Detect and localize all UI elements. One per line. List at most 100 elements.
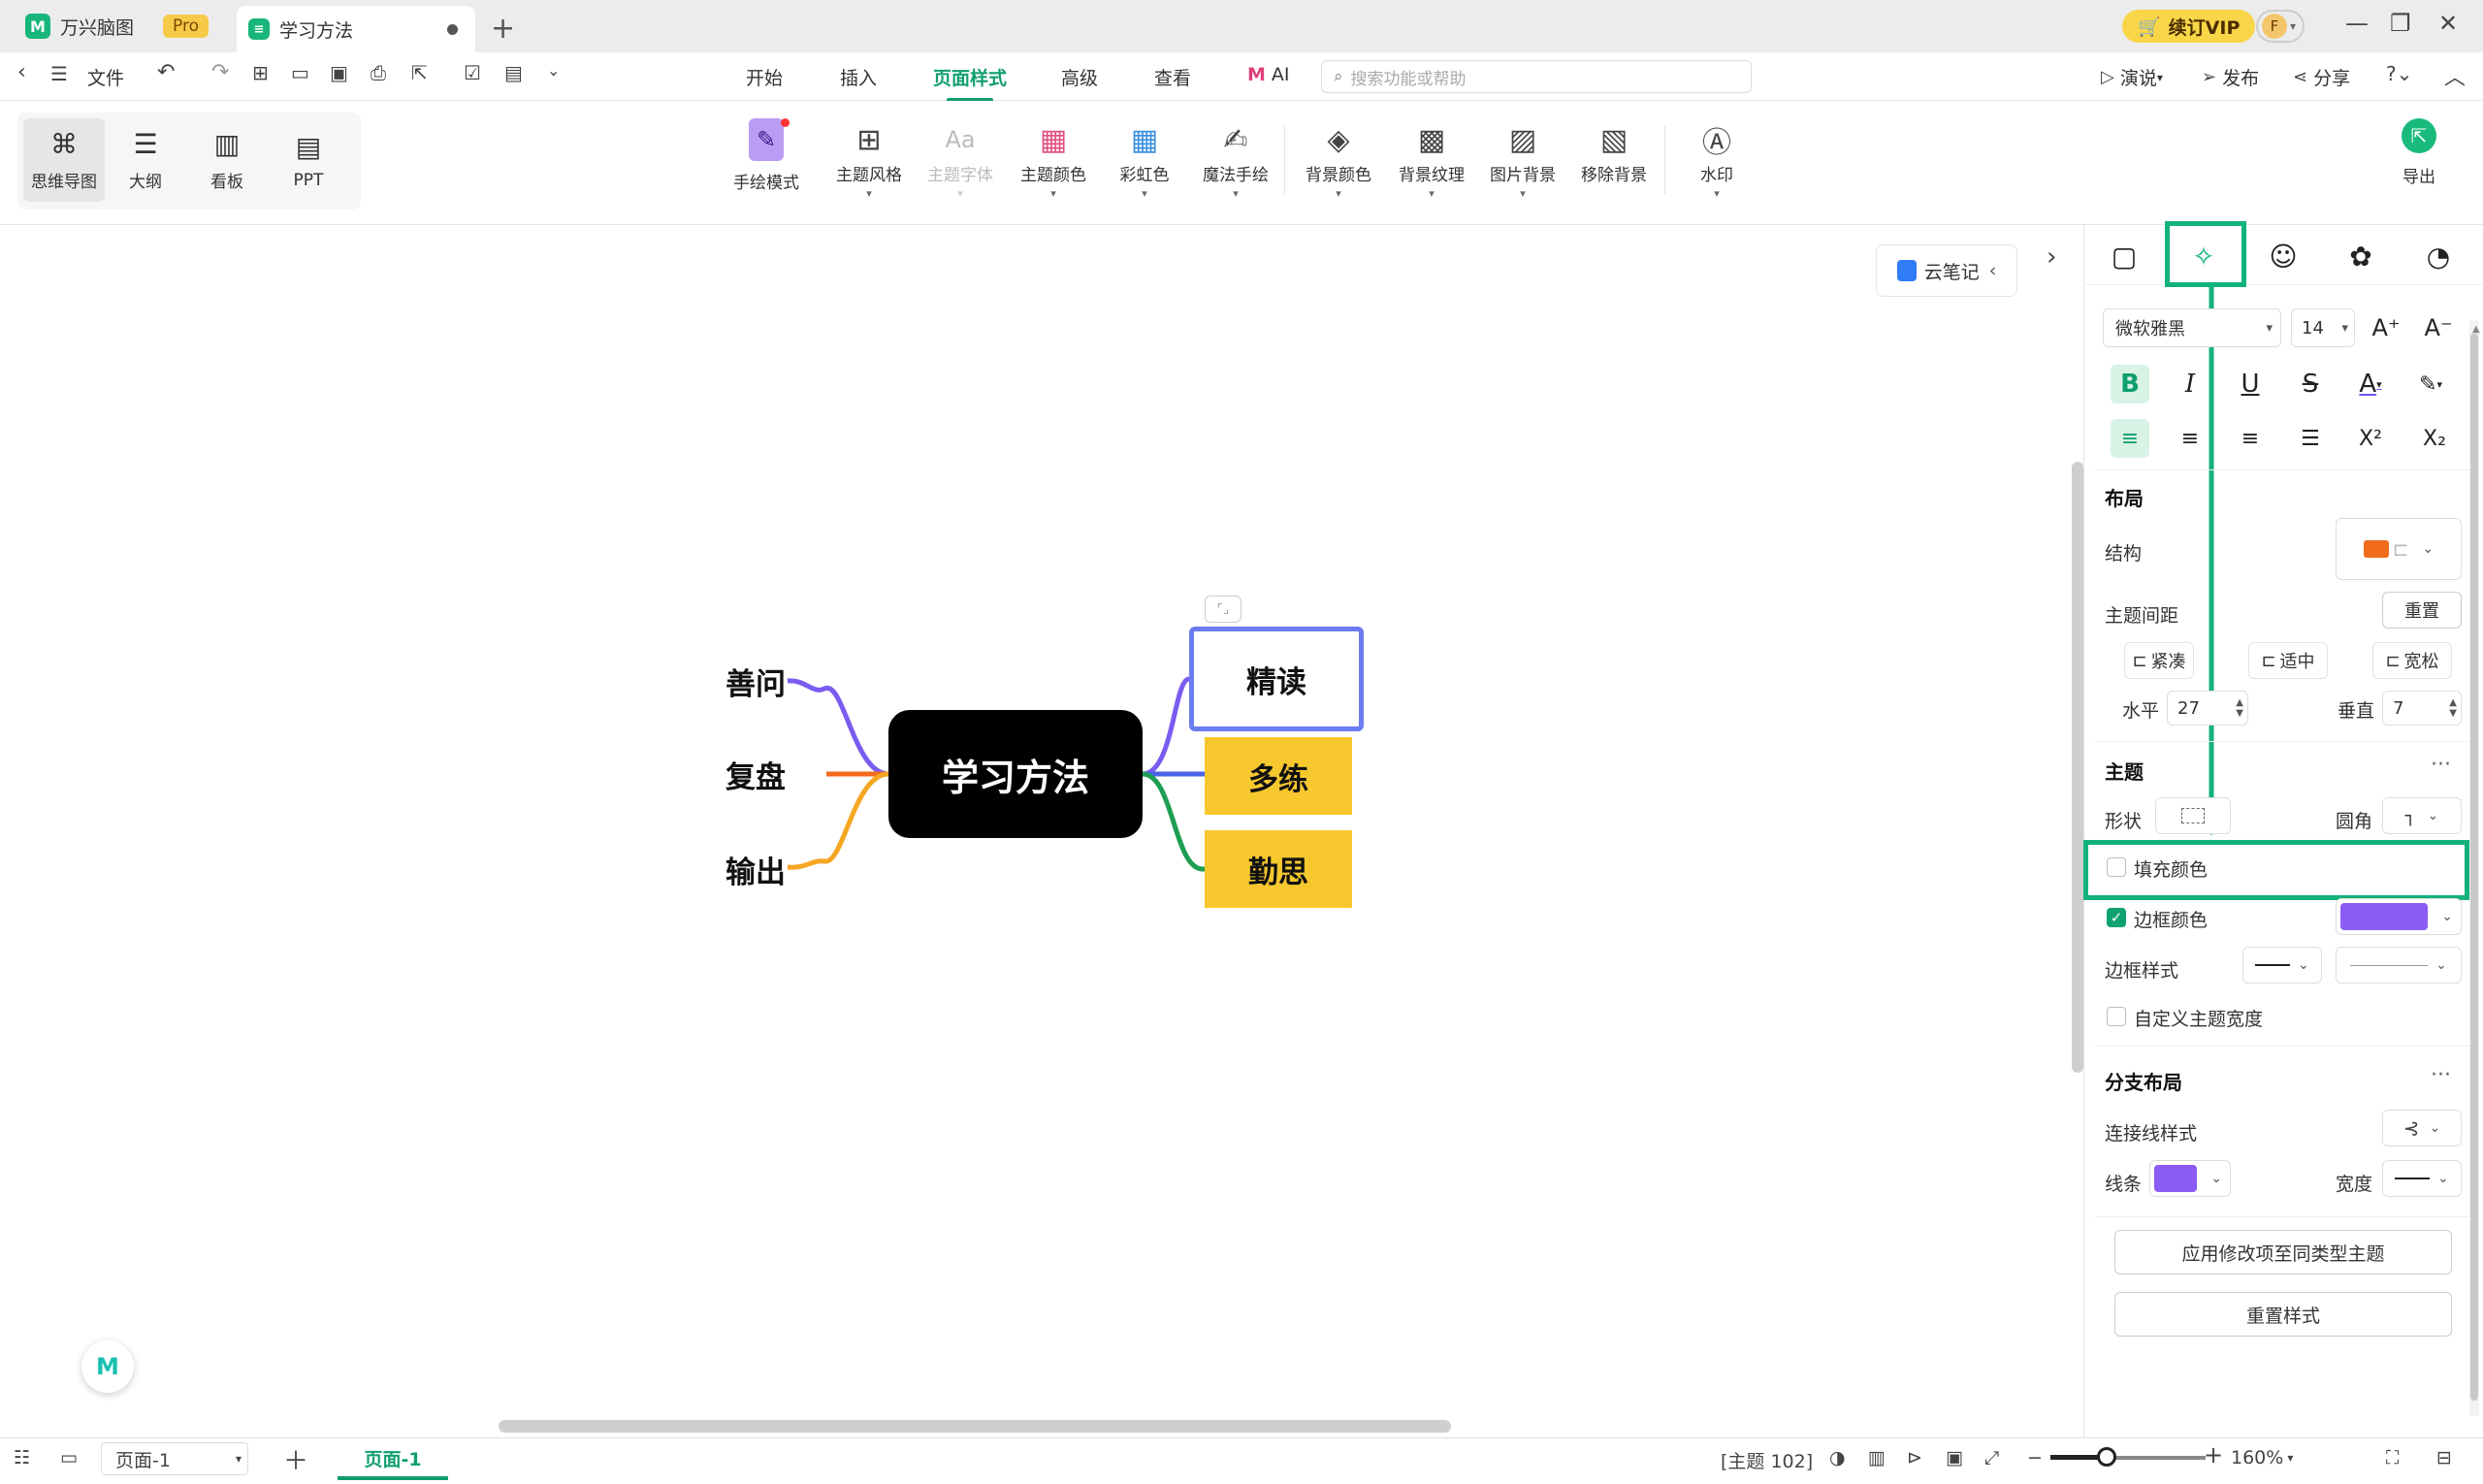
spacing-medium-button[interactable]: ⊏ 适中 xyxy=(2248,642,2328,679)
shape-select[interactable] xyxy=(2155,797,2231,834)
avatar[interactable]: F ▾ xyxy=(2256,10,2305,43)
play-icon[interactable]: ⊳ xyxy=(1907,1447,1922,1468)
strikethrough-icon[interactable]: S xyxy=(2291,365,2330,403)
topic-more-icon[interactable]: ··· xyxy=(2431,753,2451,777)
connector-curve-icon: ⊰ xyxy=(2402,1116,2420,1140)
export-button[interactable]: ⇱ 导出 xyxy=(2402,118,2436,187)
page-select-value: 页面-1 xyxy=(115,1449,171,1471)
fullscreen-expand-icon[interactable]: ⤢ xyxy=(1984,1447,1999,1468)
panel-divider xyxy=(2095,741,2471,742)
border-weight-select[interactable]: ⌄ xyxy=(2242,947,2322,984)
horizontal-spacing-input[interactable]: 27 ▲ ▼ xyxy=(2167,691,2248,726)
font-family-select[interactable]: 微软雅黑 ▾ xyxy=(2103,308,2281,347)
present-button[interactable]: ▷ 演说 ▾ xyxy=(2101,64,2163,90)
page-select[interactable]: 页面-1 ▾ xyxy=(101,1442,248,1475)
renew-vip-button[interactable]: 🛒 续订VIP xyxy=(2122,10,2256,43)
sticker-tab-icon[interactable]: ✿ xyxy=(2341,237,2380,275)
highlight-pen-icon[interactable]: ✎ ▾ xyxy=(2411,365,2450,403)
border-color-checkbox[interactable]: ✓ xyxy=(2107,908,2126,927)
close-icon[interactable]: ✕ xyxy=(2438,10,2458,37)
panel-scrollbar[interactable] xyxy=(2470,334,2478,1401)
justify-icon[interactable]: ☰ xyxy=(2291,419,2330,458)
line-width-select[interactable]: ⌄ xyxy=(2382,1160,2462,1197)
align-left-icon[interactable]: ≡ xyxy=(2111,419,2149,458)
bold-icon[interactable]: B xyxy=(2111,365,2149,403)
horizontal-label: 水平 xyxy=(2122,700,2160,722)
split-view-icon[interactable]: ⊟ xyxy=(2436,1447,2452,1468)
topic-qinsi[interactable]: 勤思 xyxy=(1205,830,1352,908)
topic-shanwen[interactable]: 善问 xyxy=(714,658,797,704)
panel-divider xyxy=(2095,1046,2471,1047)
increase-font-icon[interactable]: A⁺ xyxy=(2367,308,2405,347)
text-color-icon[interactable]: A ▾ xyxy=(2351,365,2390,403)
superscript-icon[interactable]: X² xyxy=(2351,419,2390,458)
outline-toggle-icon[interactable]: ☷ xyxy=(14,1447,30,1468)
renew-vip-label: 续订VIP xyxy=(2168,16,2241,39)
share-label: 分享 xyxy=(2313,68,2351,89)
zoom-select[interactable]: 160% ▾ xyxy=(2231,1447,2293,1468)
vertical-spacing-input[interactable]: 7 ▲ ▼ xyxy=(2382,691,2462,726)
decrease-font-icon[interactable]: A⁻ xyxy=(2419,308,2458,347)
subscript-icon[interactable]: X₂ xyxy=(2415,419,2454,458)
ai-assistant-icon[interactable]: M xyxy=(81,1340,134,1393)
collapse-ribbon-icon[interactable]: ︿ xyxy=(2444,60,2466,91)
border-dash-select[interactable]: ⌄ xyxy=(2336,947,2462,984)
align-center-icon[interactable]: ≡ xyxy=(2171,419,2209,458)
zoom-out-button[interactable]: − xyxy=(2027,1447,2043,1468)
topic-fupan[interactable]: 复盘 xyxy=(714,751,797,797)
restore-icon[interactable]: ❐ xyxy=(2390,10,2411,37)
line-color-swatch xyxy=(2154,1165,2197,1192)
spacing-loose-button[interactable]: ⊏ 宽松 xyxy=(2372,642,2452,679)
spacing-loose-label: 宽松 xyxy=(2403,652,2439,672)
theme-icon[interactable]: ◑ xyxy=(1829,1447,1846,1468)
resize-handle-icon[interactable]: ⌜⌟ xyxy=(1205,596,1242,623)
minimize-icon[interactable]: — xyxy=(2345,10,2369,37)
export-icon: ⇱ xyxy=(2402,118,2436,153)
italic-icon[interactable]: I xyxy=(2171,365,2209,403)
book-icon[interactable]: ▥ xyxy=(1868,1447,1886,1468)
border-color-select[interactable]: ⌄ xyxy=(2336,898,2462,935)
corner-select[interactable]: ┐ ⌄ xyxy=(2382,797,2462,834)
chevron-down-icon: ⌄ xyxy=(2435,957,2447,973)
underline-icon[interactable]: U xyxy=(2231,365,2270,403)
history-tab-icon[interactable]: ◔ xyxy=(2419,237,2458,275)
page-tab[interactable]: 页面-1 xyxy=(338,1439,448,1480)
chevron-down-icon: ⌄ xyxy=(2427,808,2439,823)
structure-select[interactable]: ⊏ ⌄ xyxy=(2336,518,2462,580)
fit-screen-icon[interactable]: ▣ xyxy=(1946,1447,1963,1468)
vertical-scrollbar[interactable] xyxy=(2072,462,2083,1073)
apply-to-same-type-button[interactable]: 应用修改项至同类型主题 xyxy=(2114,1230,2452,1274)
topic-jingdu-selected[interactable]: 精读 xyxy=(1189,627,1364,731)
topic-duolian[interactable]: 多练 xyxy=(1205,737,1352,815)
page-list-icon[interactable]: ▭ xyxy=(60,1447,78,1468)
spacing-medium-label: 适中 xyxy=(2279,652,2315,672)
line-color-select[interactable]: ⌄ xyxy=(2149,1160,2231,1197)
central-topic[interactable]: 学习方法 xyxy=(888,710,1143,838)
share-button[interactable]: ⋖ 分享 xyxy=(2293,64,2350,90)
connector-style-select[interactable]: ⊰ ⌄ xyxy=(2382,1110,2462,1146)
align-right-icon[interactable]: ≡ xyxy=(2231,419,2270,458)
panel-divider xyxy=(2095,1216,2471,1217)
emoji-tab-icon[interactable]: ☺ xyxy=(2264,237,2303,275)
page-format-tab-icon[interactable]: ▢ xyxy=(2105,237,2144,275)
chevron-down-icon: ⌄ xyxy=(2437,1171,2449,1186)
structure-branches-icon: ⊏ xyxy=(2392,537,2409,561)
custom-width-checkbox[interactable] xyxy=(2107,1007,2126,1026)
add-page-button[interactable]: ＋ xyxy=(283,1441,308,1477)
horizontal-spacing-value: 27 xyxy=(2177,697,2200,719)
custom-width-label: 自定义主题宽度 xyxy=(2134,1009,2264,1030)
horizontal-scrollbar[interactable] xyxy=(499,1420,1451,1433)
zoom-slider-knob[interactable] xyxy=(2096,1447,2116,1467)
help-icon[interactable]: ?⌄ xyxy=(2386,62,2412,85)
publish-button[interactable]: ➢ 发布 xyxy=(2202,64,2259,90)
spacing-reset-button[interactable]: 重置 xyxy=(2382,592,2462,629)
spacing-compact-button[interactable]: ⊏ 紧凑 xyxy=(2124,642,2194,679)
reset-style-button[interactable]: 重置样式 xyxy=(2114,1292,2452,1337)
fullscreen-icon[interactable]: ⛶ xyxy=(2386,1447,2399,1468)
branch-more-icon[interactable]: ··· xyxy=(2431,1063,2451,1087)
zoom-in-button[interactable]: + xyxy=(2204,1441,2223,1468)
chevron-down-icon: ▾ xyxy=(2290,19,2297,33)
topic-shuchu[interactable]: 输出 xyxy=(714,846,797,892)
font-size-select[interactable]: 14 ▾ xyxy=(2291,308,2355,347)
vertical-label: 垂直 xyxy=(2338,700,2375,722)
